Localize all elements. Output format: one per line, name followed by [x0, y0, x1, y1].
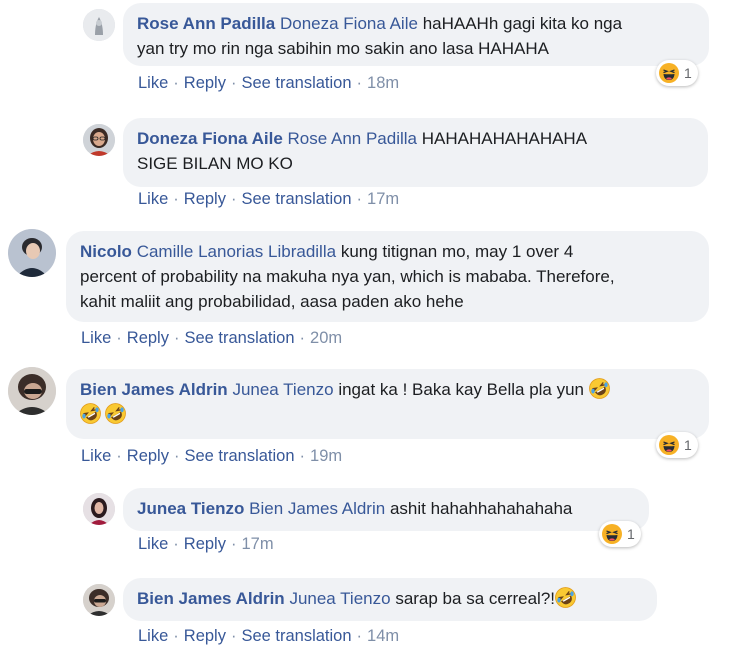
- comment-text: percent of probability na makuha nya yan…: [80, 267, 615, 286]
- timestamp[interactable]: 17m: [367, 190, 399, 208]
- comment-text: ingat ka ! Baka kay Bella pla yun: [338, 380, 585, 399]
- separator: ·: [299, 329, 306, 347]
- mentioned-user[interactable]: Junea Tienzo: [289, 589, 390, 608]
- mentioned-user[interactable]: Rose Ann Padilla: [288, 129, 417, 148]
- separator: ·: [230, 190, 237, 208]
- reaction-count[interactable]: 1: [656, 432, 698, 458]
- comment-text: haHAAHh gagi kita ko nga: [422, 14, 623, 33]
- comment-actions: Like · Reply · See translation · 18m: [138, 74, 399, 93]
- comment-actions: Like · Reply · See translation · 19m: [81, 447, 342, 466]
- separator: ·: [230, 627, 237, 645]
- comment-bubble: Nicolo Camille Lanorias Libradilla kung …: [66, 231, 709, 322]
- comment-bubble: Bien James Aldrin Junea Tienzo ingat ka …: [66, 369, 709, 439]
- reply-button[interactable]: Reply: [127, 447, 169, 465]
- rolling-laughing-emoji: [80, 403, 101, 424]
- see-translation-link[interactable]: See translation: [184, 447, 294, 465]
- separator: ·: [299, 447, 306, 465]
- avatar[interactable]: [83, 584, 115, 616]
- haha-reaction-icon: [659, 435, 679, 455]
- mentioned-user[interactable]: Doneza Fiona Aile: [280, 14, 418, 33]
- comment-author[interactable]: Junea Tienzo: [137, 499, 244, 518]
- comment-author[interactable]: Doneza Fiona Aile: [137, 129, 283, 148]
- rolling-laughing-emoji: [589, 378, 610, 399]
- comment-author[interactable]: Rose Ann Padilla: [137, 14, 275, 33]
- avatar[interactable]: [8, 229, 56, 277]
- comment-bubble: Doneza Fiona Aile Rose Ann Padilla HAHAH…: [123, 118, 708, 187]
- separator: ·: [173, 535, 179, 553]
- see-translation-link[interactable]: See translation: [241, 190, 351, 208]
- reaction-count[interactable]: 1: [599, 521, 641, 547]
- like-button[interactable]: Like: [138, 74, 168, 92]
- reply-button[interactable]: Reply: [184, 535, 226, 553]
- comment-text: kahit maliit ang probabilidad, aasa pade…: [80, 292, 464, 311]
- separator: ·: [230, 74, 237, 92]
- reaction-count-label: 1: [627, 526, 635, 542]
- rolling-laughing-emoji: [555, 587, 576, 608]
- rolling-laughing-emoji: [105, 403, 126, 424]
- timestamp[interactable]: 20m: [310, 329, 342, 347]
- comment-text: kung titignan mo, may 1 over 4: [340, 242, 574, 261]
- haha-reaction-icon: [659, 63, 679, 83]
- reply-button[interactable]: Reply: [184, 627, 226, 645]
- reply-button[interactable]: Reply: [184, 190, 226, 208]
- see-translation-link[interactable]: See translation: [241, 74, 351, 92]
- comment-actions: Like · Reply · See translation · 17m: [138, 190, 399, 209]
- timestamp[interactable]: 18m: [367, 74, 399, 92]
- mentioned-user[interactable]: Bien James Aldrin: [249, 499, 385, 518]
- separator: ·: [173, 190, 179, 208]
- mentioned-user[interactable]: Junea Tienzo: [232, 380, 333, 399]
- comment-actions: Like · Reply · 17m: [138, 535, 274, 554]
- avatar[interactable]: [83, 124, 115, 156]
- comment-bubble: Rose Ann Padilla Doneza Fiona Aile haHAA…: [123, 3, 709, 66]
- comment-bubble: Junea Tienzo Bien James Aldrin ashit hah…: [123, 488, 649, 531]
- comment-author[interactable]: Bien James Aldrin: [80, 380, 228, 399]
- see-translation-link[interactable]: See translation: [184, 329, 294, 347]
- timestamp[interactable]: 19m: [310, 447, 342, 465]
- reaction-count[interactable]: 1: [656, 60, 698, 86]
- timestamp[interactable]: 14m: [367, 627, 399, 645]
- like-button[interactable]: Like: [81, 447, 111, 465]
- mentioned-user[interactable]: Camille Lanorias Libradilla: [137, 242, 336, 261]
- haha-reaction-icon: [602, 524, 622, 544]
- comment-author[interactable]: Nicolo: [80, 242, 132, 261]
- avatar[interactable]: [8, 367, 56, 415]
- separator: ·: [356, 74, 363, 92]
- reply-button[interactable]: Reply: [184, 74, 226, 92]
- comment-text: SIGE BILAN MO KO: [137, 154, 293, 173]
- comment-text: sarap ba sa cerreal?!: [395, 589, 556, 608]
- like-button[interactable]: Like: [81, 329, 111, 347]
- comment-actions: Like · Reply · See translation · 14m: [138, 627, 399, 646]
- comment-text: HAHAHAHAHAHAHA: [421, 129, 588, 148]
- like-button[interactable]: Like: [138, 627, 168, 645]
- avatar[interactable]: [83, 493, 115, 525]
- like-button[interactable]: Like: [138, 535, 168, 553]
- separator: ·: [356, 627, 363, 645]
- comment-text: yan try mo rin nga sabihin mo sakin ano …: [137, 39, 549, 58]
- separator: ·: [116, 447, 122, 465]
- separator: ·: [116, 329, 122, 347]
- reply-button[interactable]: Reply: [127, 329, 169, 347]
- reaction-count-label: 1: [684, 65, 692, 81]
- comment-author[interactable]: Bien James Aldrin: [137, 589, 285, 608]
- separator: ·: [173, 74, 179, 92]
- see-translation-link[interactable]: See translation: [241, 627, 351, 645]
- comment-actions: Like · Reply · See translation · 20m: [81, 329, 342, 348]
- avatar[interactable]: [83, 9, 115, 41]
- separator: ·: [173, 329, 180, 347]
- reaction-count-label: 1: [684, 437, 692, 453]
- comment-text: ashit hahahhahahahaha: [389, 499, 573, 518]
- timestamp[interactable]: 17m: [241, 535, 273, 553]
- separator: ·: [173, 447, 180, 465]
- separator: ·: [230, 535, 237, 553]
- separator: ·: [356, 190, 363, 208]
- like-button[interactable]: Like: [138, 190, 168, 208]
- separator: ·: [173, 627, 179, 645]
- comment-bubble: Bien James Aldrin Junea Tienzo sarap ba …: [123, 578, 657, 621]
